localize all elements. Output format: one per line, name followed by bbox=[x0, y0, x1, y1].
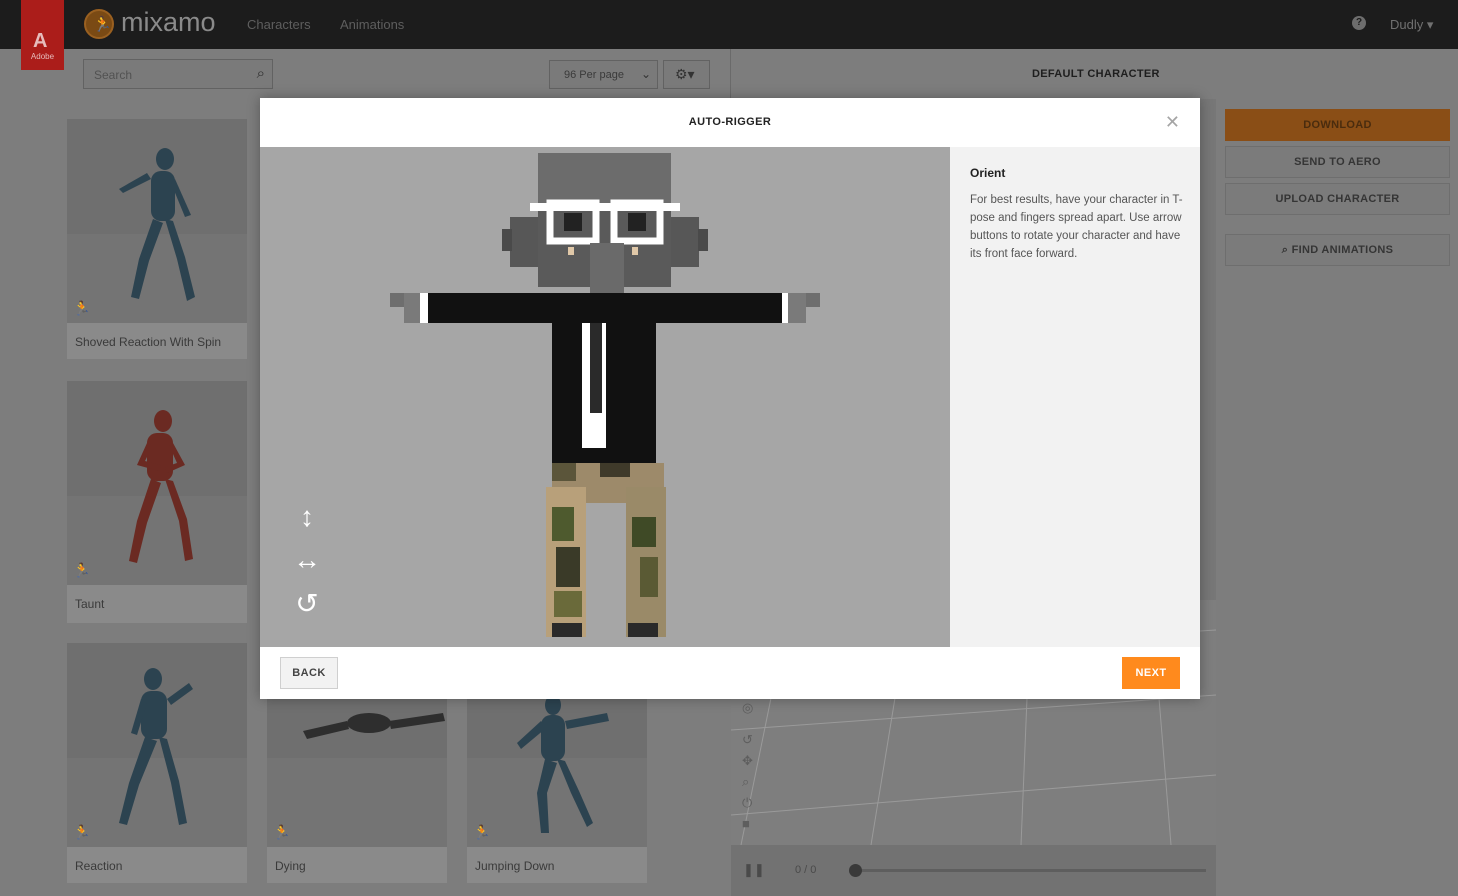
download-button[interactable]: DOWNLOAD bbox=[1225, 109, 1450, 141]
running-man-icon: 🏃 bbox=[73, 300, 91, 316]
instructions-panel: Orient For best results, have your chara… bbox=[950, 147, 1200, 647]
top-bar: 🏃 mixamo Characters Animations ? Dudly ▾ bbox=[0, 0, 1458, 49]
card-label: Dying bbox=[275, 859, 306, 873]
card-label: Taunt bbox=[75, 597, 105, 611]
mannequin-figure bbox=[129, 410, 193, 563]
reset-icon[interactable]: ⏻ bbox=[742, 795, 752, 811]
settings-button[interactable]: ⚙▾ bbox=[663, 60, 710, 89]
animation-thumbnail: 🏃 bbox=[67, 119, 247, 323]
pause-icon[interactable]: ❚❚ bbox=[743, 862, 765, 878]
find-animations-button[interactable]: ⌕ FIND ANIMATIONS bbox=[1225, 234, 1450, 266]
rotate-icon[interactable]: ↺ bbox=[288, 585, 326, 621]
mannequin-figure bbox=[119, 668, 193, 825]
timeline: ❚❚ 0 / 0 bbox=[731, 845, 1216, 896]
per-page-value: 96 Per page bbox=[564, 69, 624, 81]
user-menu[interactable]: Dudly ▾ bbox=[1390, 17, 1433, 33]
caret-down-icon: ▾ bbox=[1426, 17, 1434, 32]
search-placeholder: Search bbox=[94, 68, 133, 82]
search-icon: ⌕ bbox=[1281, 244, 1289, 256]
timeline-track[interactable] bbox=[851, 869, 1206, 872]
dialog-title: AUTO-RIGGER bbox=[688, 116, 772, 128]
running-man-icon: 🏃 bbox=[73, 824, 91, 840]
animation-card[interactable]: 🏃 Shoved Reaction With Spin bbox=[67, 119, 247, 359]
left-right-arrow-icon[interactable]: ↔ bbox=[288, 542, 326, 578]
animation-thumbnail: 🏃 bbox=[67, 643, 247, 847]
rotate-view-icon[interactable]: ↺ bbox=[742, 732, 753, 748]
camera-icon[interactable]: ■ bbox=[742, 816, 750, 831]
close-icon[interactable]: ✕ bbox=[1165, 112, 1180, 133]
card-label: Shoved Reaction With Spin bbox=[75, 335, 222, 349]
animation-card[interactable]: 🏃 Taunt bbox=[67, 381, 247, 623]
character-preview[interactable]: ↕ ↔ ↺ bbox=[260, 147, 950, 647]
voxel-character bbox=[390, 153, 820, 637]
zoom-icon[interactable]: ⌕ bbox=[742, 774, 749, 790]
chevron-down-icon: ⌄ bbox=[640, 67, 651, 81]
per-page-select[interactable]: 96 Per page ⌄ bbox=[549, 60, 658, 89]
card-label: Reaction bbox=[75, 859, 123, 873]
auto-rigger-dialog: AUTO-RIGGER ✕ ↕ ↔ ↺ Orient For best resu… bbox=[260, 98, 1200, 699]
mannequin-figure bbox=[119, 148, 195, 301]
help-icon[interactable]: ? bbox=[1352, 16, 1366, 30]
animation-card[interactable]: 🏃 Reaction bbox=[67, 643, 247, 883]
pan-icon[interactable]: ✥ bbox=[742, 753, 753, 769]
animation-thumbnail: 🏃 bbox=[67, 381, 247, 585]
step-description: For best results, have your character in… bbox=[970, 194, 1183, 260]
app-name[interactable]: mixamo bbox=[121, 7, 216, 38]
step-title: Orient bbox=[970, 166, 1006, 180]
frame-counter: 0 / 0 bbox=[795, 864, 817, 876]
search-input[interactable]: Search ⌕ bbox=[83, 59, 273, 89]
nav-animations[interactable]: Animations bbox=[340, 17, 404, 32]
search-icon[interactable]: ⌕ bbox=[257, 65, 265, 82]
nav-characters[interactable]: Characters bbox=[247, 17, 311, 32]
send-to-aero-button[interactable]: SEND TO AERO bbox=[1225, 146, 1450, 178]
adobe-badge[interactable]: A Adobe bbox=[21, 0, 64, 70]
adobe-label: Adobe bbox=[30, 52, 55, 61]
running-man-icon: 🏃 bbox=[73, 562, 91, 578]
globe-icon[interactable]: ◎ bbox=[742, 700, 753, 716]
gear-icon: ⚙▾ bbox=[675, 66, 695, 82]
next-button[interactable]: NEXT bbox=[1122, 657, 1180, 689]
mixamo-logo-icon: 🏃 bbox=[84, 9, 114, 39]
card-label: Jumping Down bbox=[475, 859, 555, 873]
upload-character-button[interactable]: UPLOAD CHARACTER bbox=[1225, 183, 1450, 215]
default-character-title: DEFAULT CHARACTER bbox=[1032, 68, 1160, 80]
divider bbox=[730, 49, 731, 99]
adobe-logo-icon: A bbox=[33, 30, 48, 52]
user-name: Dudly bbox=[1390, 17, 1424, 32]
back-button[interactable]: BACK bbox=[280, 657, 338, 689]
running-man-icon: 🏃 bbox=[473, 824, 491, 840]
find-animations-label: FIND ANIMATIONS bbox=[1291, 244, 1394, 256]
up-down-arrow-icon[interactable]: ↕ bbox=[288, 499, 326, 535]
running-man-icon: 🏃 bbox=[273, 824, 291, 840]
timeline-scrubber[interactable] bbox=[849, 864, 862, 877]
